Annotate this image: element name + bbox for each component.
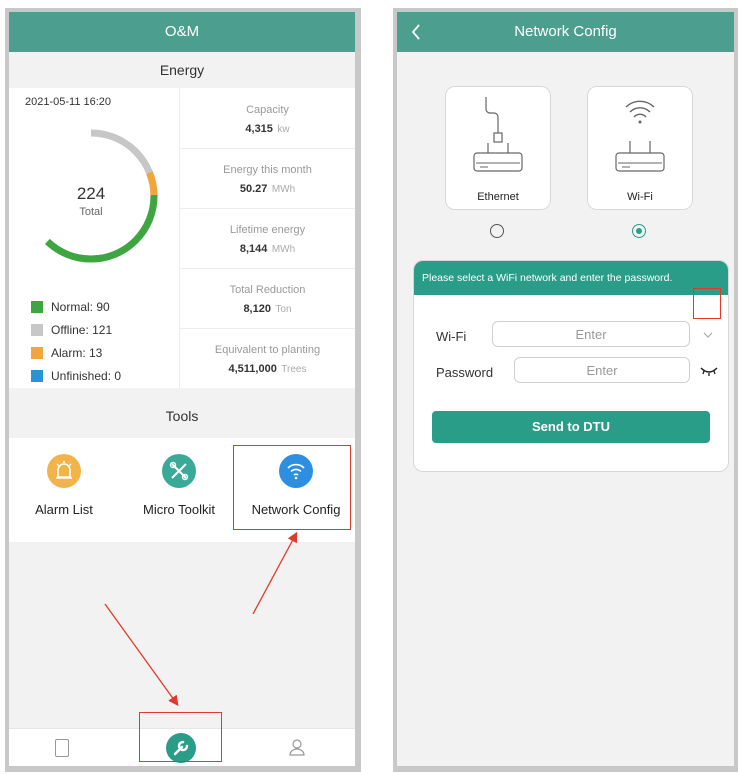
wifi-ssid-input[interactable]: [492, 321, 690, 347]
ethernet-router-icon: [473, 97, 523, 172]
option-wifi[interactable]: Wi-Fi: [587, 86, 693, 210]
annotation-arrows: [104, 531, 298, 707]
chevron-left-icon[interactable]: [407, 22, 427, 42]
left-phone: O&M Energy 2021-05-11 16:20 224 Total No…: [5, 8, 361, 772]
password-field-label: Password: [436, 365, 494, 380]
page-title: Network Config: [397, 12, 734, 52]
wifi-form-card: Please select a WiFi network and enter t…: [413, 260, 729, 472]
chevron-down-icon[interactable]: [702, 328, 714, 340]
wifi-notice: Please select a WiFi network and enter t…: [414, 261, 728, 295]
radio-wifi-selected[interactable]: [632, 224, 646, 238]
option-label: Ethernet: [477, 191, 519, 203]
eye-closed-icon[interactable]: [700, 364, 718, 376]
radio-dot: [635, 227, 642, 234]
option-ethernet[interactable]: Ethernet: [445, 86, 551, 210]
send-to-dtu-button[interactable]: Send to DTU: [432, 411, 710, 443]
highlight-dropdown: [693, 288, 721, 319]
wifi-router-icon: [615, 100, 665, 172]
wifi-field-label: Wi-Fi: [436, 329, 467, 344]
right-phone: Network Config Ethernet Wi-Fi Please sel…: [393, 8, 738, 772]
password-input[interactable]: [514, 357, 690, 383]
option-label: Wi-Fi: [627, 191, 653, 203]
radio-ethernet[interactable]: [490, 224, 504, 238]
right-screen: Network Config Ethernet Wi-Fi Please sel…: [397, 12, 734, 766]
